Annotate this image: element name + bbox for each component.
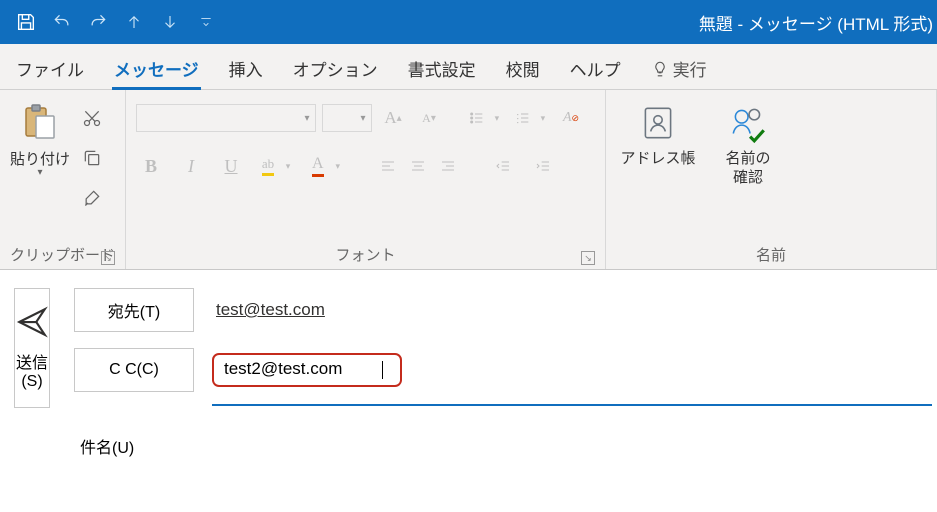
save-icon[interactable] bbox=[12, 8, 40, 36]
clear-formatting-button[interactable]: A⊘ bbox=[556, 104, 586, 132]
send-button[interactable]: 送信 (S) bbox=[14, 288, 50, 408]
tab-tell-me[interactable]: 実行 bbox=[649, 46, 709, 89]
increase-indent-button[interactable] bbox=[528, 152, 558, 180]
tab-review[interactable]: 校閲 bbox=[504, 46, 542, 89]
align-left-icon bbox=[380, 158, 396, 174]
outdent-icon bbox=[495, 158, 511, 174]
numbering-icon bbox=[515, 110, 531, 126]
format-painter-button[interactable] bbox=[78, 184, 106, 212]
undo-icon[interactable] bbox=[48, 8, 76, 36]
bold-button[interactable]: B bbox=[136, 152, 166, 180]
cc-highlight-box bbox=[212, 353, 402, 387]
indent-icon bbox=[535, 158, 551, 174]
send-label-2: (S) bbox=[16, 373, 48, 391]
address-book-label: アドレス帳 bbox=[621, 150, 696, 169]
font-name-combo[interactable]: ▾ bbox=[136, 104, 316, 132]
align-left-button[interactable] bbox=[372, 152, 402, 180]
down-arrow-icon[interactable] bbox=[156, 8, 184, 36]
font-color-button[interactable]: A▾ bbox=[306, 152, 346, 180]
lightbulb-icon bbox=[651, 60, 669, 78]
to-button[interactable]: 宛先(T) bbox=[74, 288, 194, 332]
align-right-button[interactable] bbox=[432, 152, 462, 180]
tab-message[interactable]: メッセージ bbox=[112, 46, 201, 89]
up-arrow-icon[interactable] bbox=[120, 8, 148, 36]
ribbon-tabs: ファイル メッセージ 挿入 オプション 書式設定 校閲 ヘルプ 実行 bbox=[0, 44, 937, 90]
dialog-launcher-icon[interactable]: ↘ bbox=[581, 251, 595, 265]
decrease-indent-button[interactable] bbox=[488, 152, 518, 180]
check-names-button[interactable]: 名前の 確認 bbox=[706, 96, 790, 188]
send-icon bbox=[15, 305, 49, 339]
dialog-launcher-icon[interactable]: ↘ bbox=[101, 251, 115, 265]
align-center-button[interactable] bbox=[402, 152, 432, 180]
paste-label: 貼り付け bbox=[10, 148, 70, 169]
chevron-down-icon: ▾ bbox=[355, 113, 371, 124]
tab-insert[interactable]: 挿入 bbox=[227, 46, 265, 89]
redo-icon[interactable] bbox=[84, 8, 112, 36]
align-right-icon bbox=[440, 158, 456, 174]
highlight-button[interactable]: ab▾ bbox=[256, 152, 296, 180]
group-label-font: フォント ↘ bbox=[136, 242, 595, 267]
address-book-button[interactable]: アドレス帳 bbox=[616, 96, 700, 169]
scissors-icon bbox=[82, 108, 102, 128]
cut-button[interactable] bbox=[78, 104, 106, 132]
copy-button[interactable] bbox=[78, 144, 106, 172]
customize-qat-icon[interactable] bbox=[192, 8, 220, 36]
check-names-label-2: 確認 bbox=[733, 169, 763, 188]
group-label-names: 名前 bbox=[616, 242, 926, 267]
chevron-down-icon: ▾ bbox=[299, 113, 315, 124]
tab-tell-me-label: 実行 bbox=[673, 56, 707, 81]
paintbrush-icon bbox=[82, 188, 102, 208]
group-names: アドレス帳 名前の 確認 名前 bbox=[606, 90, 937, 269]
address-book-icon bbox=[637, 102, 679, 144]
quick-access-toolbar bbox=[4, 8, 220, 36]
group-clipboard: 貼り付け ▾ クリップボード ↘ bbox=[0, 90, 126, 269]
group-font: ▾ ▾ A▴ A▾ ▾ ▾ A⊘ bbox=[126, 90, 606, 269]
bullets-icon bbox=[469, 110, 485, 126]
cc-input[interactable] bbox=[224, 359, 384, 379]
font-size-combo[interactable]: ▾ bbox=[322, 104, 372, 132]
tab-format[interactable]: 書式設定 bbox=[406, 46, 478, 89]
grow-font-button[interactable]: A▴ bbox=[378, 104, 408, 132]
tab-help[interactable]: ヘルプ bbox=[568, 46, 623, 89]
check-names-icon bbox=[727, 102, 769, 144]
shrink-font-button[interactable]: A▾ bbox=[414, 104, 444, 132]
tab-file[interactable]: ファイル bbox=[14, 46, 86, 89]
send-label-1: 送信 bbox=[16, 349, 48, 373]
compose-area: 送信 (S) 宛先(T) test@test.com C C(C) 件名(U) bbox=[0, 270, 937, 502]
numbering-button[interactable]: ▾ bbox=[510, 104, 550, 132]
copy-icon bbox=[82, 148, 102, 168]
italic-button[interactable]: I bbox=[176, 152, 206, 180]
chevron-down-icon: ▾ bbox=[37, 167, 42, 178]
tab-options[interactable]: オプション bbox=[291, 46, 380, 89]
check-names-label-1: 名前の bbox=[726, 150, 771, 169]
paste-button[interactable]: 貼り付け ▾ bbox=[10, 96, 70, 178]
title-bar: 無題 - メッセージ (HTML 形式) bbox=[0, 0, 937, 44]
window-title: 無題 - メッセージ (HTML 形式) bbox=[699, 10, 933, 35]
bullets-button[interactable]: ▾ bbox=[464, 104, 504, 132]
align-center-icon bbox=[410, 158, 426, 174]
subject-label: 件名(U) bbox=[74, 424, 194, 468]
clipboard-icon bbox=[20, 102, 60, 142]
cc-focus-underline bbox=[212, 404, 932, 406]
underline-button[interactable]: U bbox=[216, 152, 246, 180]
to-recipient[interactable]: test@test.com bbox=[212, 298, 329, 322]
ribbon: 貼り付け ▾ クリップボード ↘ bbox=[0, 90, 937, 270]
cc-button[interactable]: C C(C) bbox=[74, 348, 194, 392]
text-caret bbox=[382, 361, 383, 379]
group-label-clipboard: クリップボード ↘ bbox=[10, 242, 115, 267]
